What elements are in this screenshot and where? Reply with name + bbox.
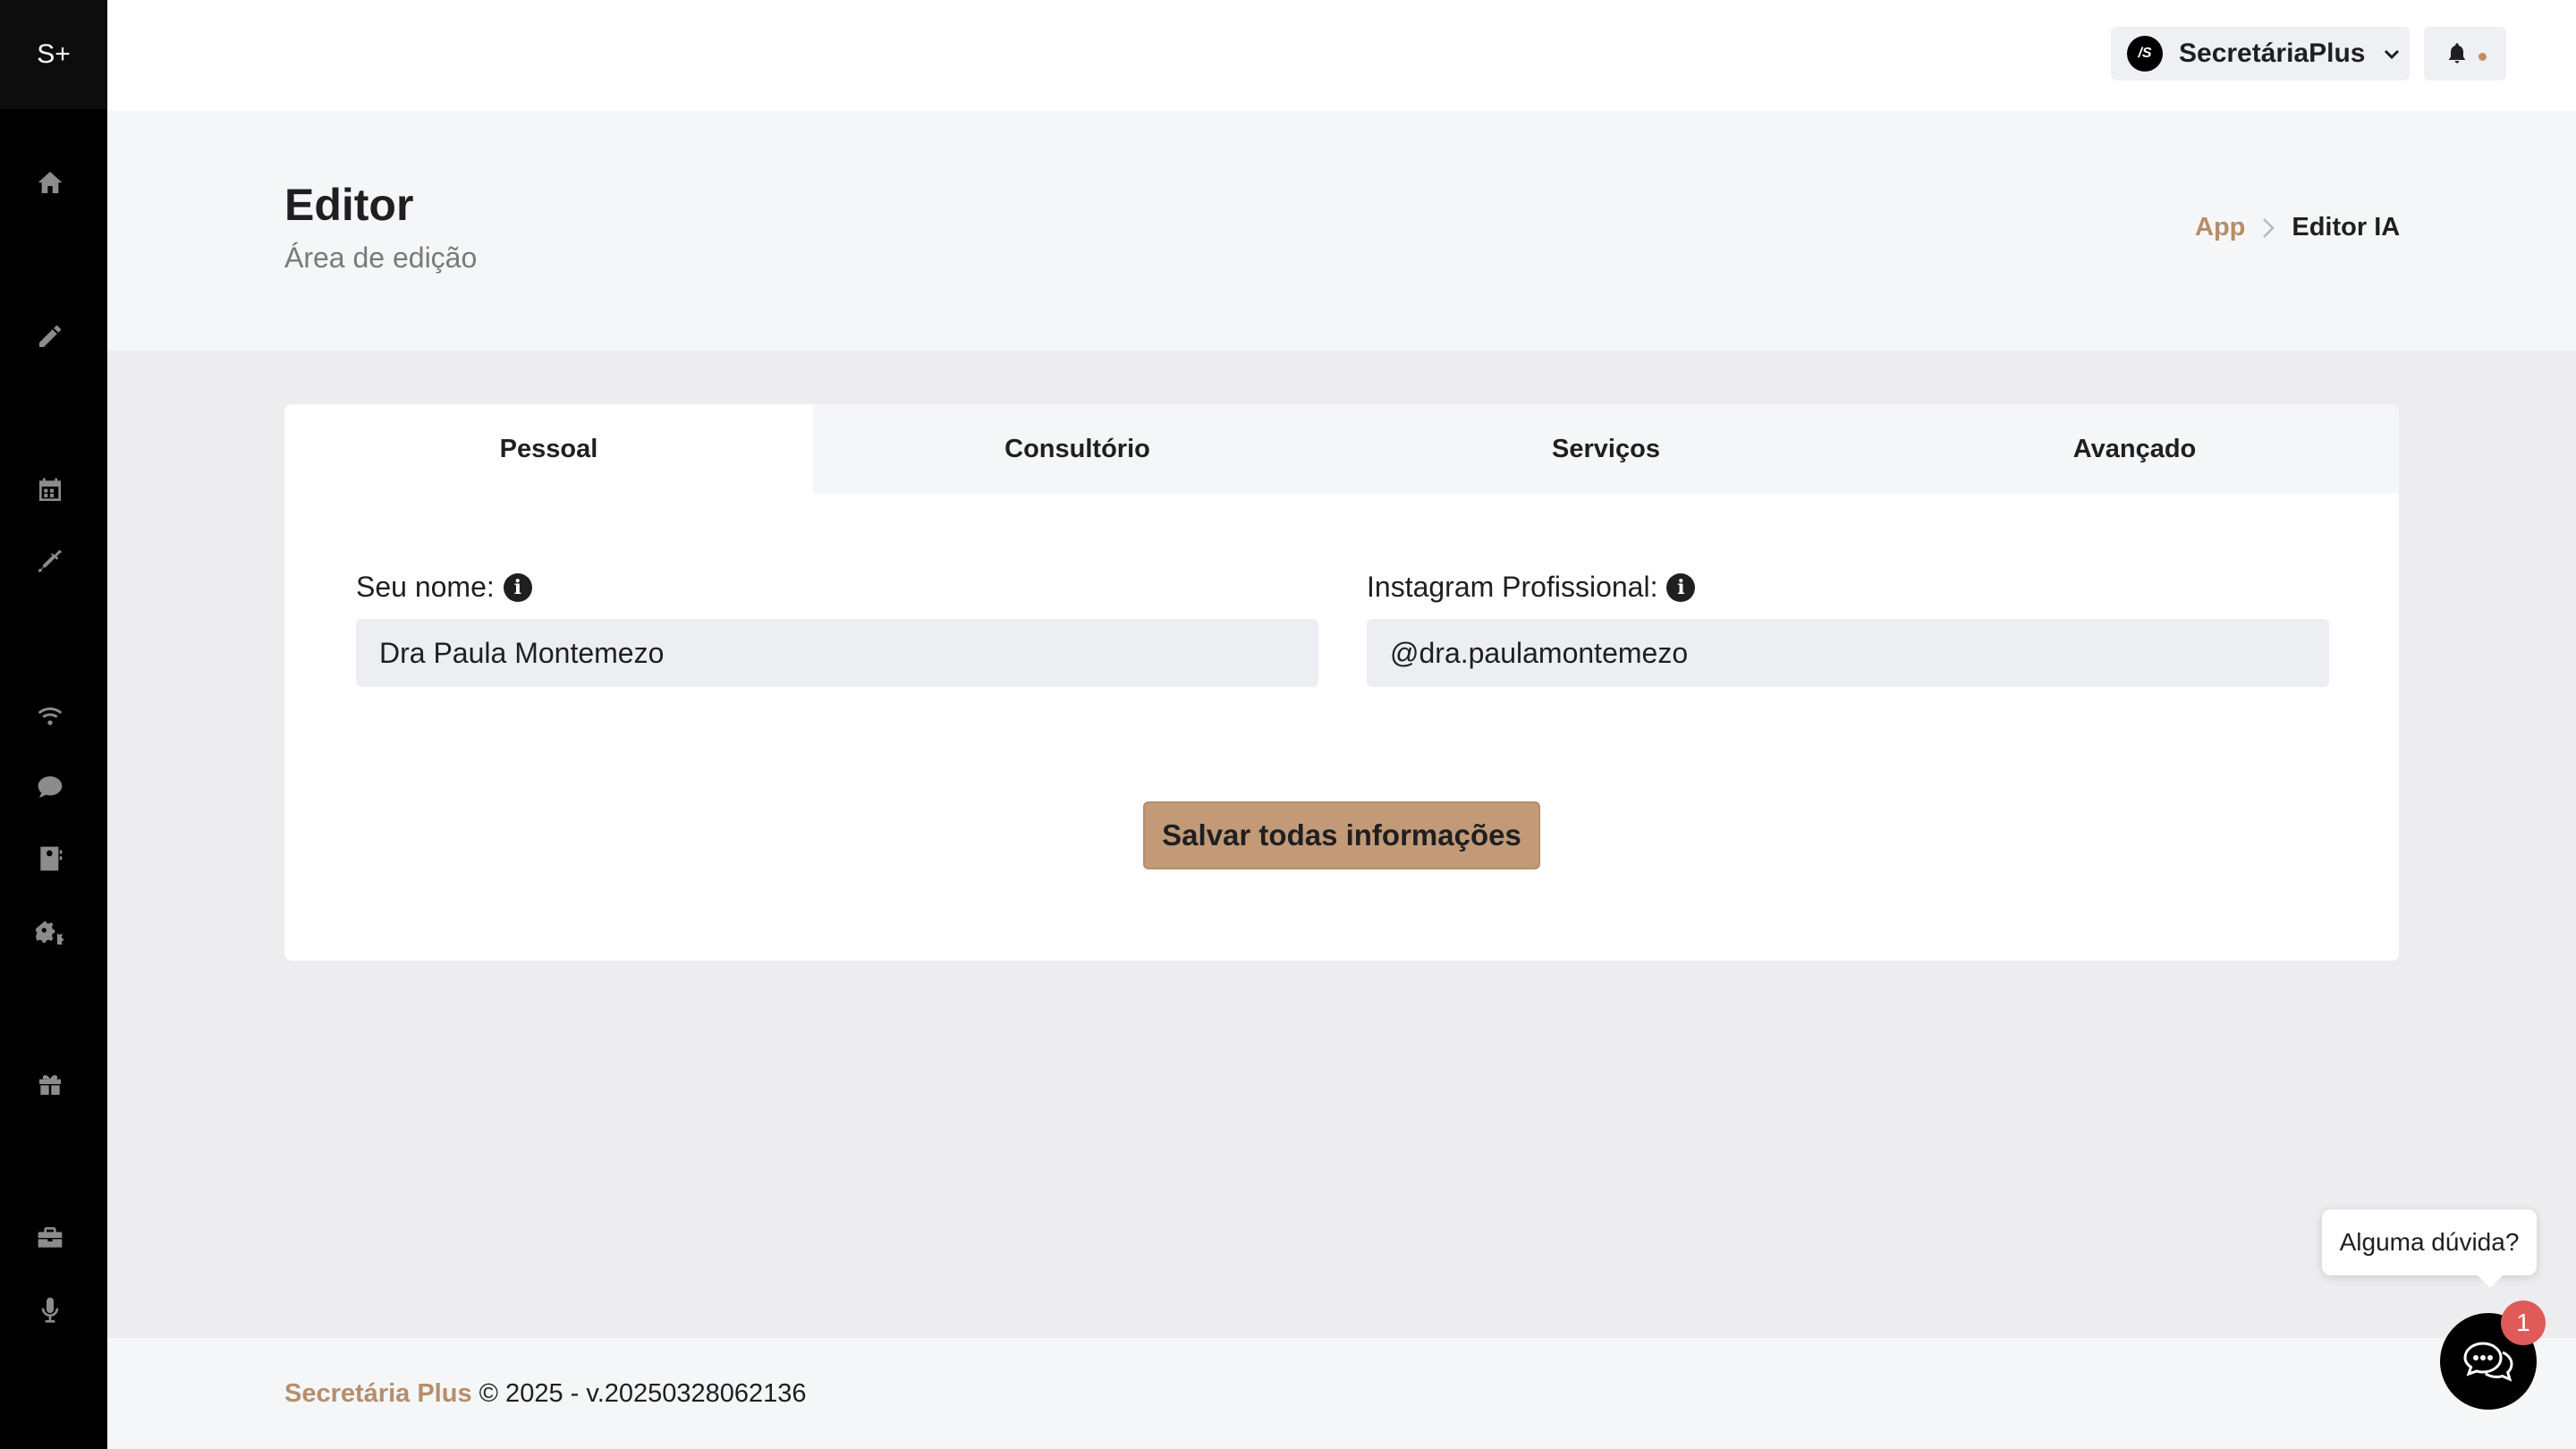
briefcase-icon[interactable] [34, 1222, 66, 1254]
chat-tooltip[interactable]: Alguma dúvida? [2322, 1209, 2537, 1288]
footer-text: Secretária Plus © 2025 - v.2025032806213… [284, 1379, 807, 1409]
chat-icon[interactable] [34, 771, 66, 803]
chevron-down-icon [2381, 43, 2402, 64]
microphone-icon[interactable] [34, 1293, 66, 1326]
chat-unread-badge: 1 [2501, 1301, 2546, 1345]
wifi-icon[interactable] [34, 699, 66, 732]
syringe-icon[interactable] [34, 546, 66, 578]
chat-bubbles-icon [2463, 1342, 2513, 1382]
notification-dot [2478, 52, 2487, 61]
home-icon[interactable] [34, 166, 66, 199]
instagram-field-label: Instagram Profissional: i [1367, 571, 1696, 604]
tab-bar: Pessoal Consultório Serviços Avançado [284, 404, 2399, 494]
breadcrumb-app-link[interactable]: App [2195, 213, 2245, 242]
name-field-label: Seu nome: i [356, 571, 532, 604]
app-logo[interactable]: S+ [0, 0, 107, 109]
tab-avancado[interactable]: Avançado [1870, 404, 2399, 494]
tab-pessoal[interactable]: Pessoal [284, 404, 813, 494]
footer: Secretária Plus © 2025 - v.2025032806213… [107, 1338, 2576, 1449]
name-label-text: Seu nome: [356, 571, 495, 603]
page-header: Editor Área de edição App Editor IA [107, 111, 2576, 351]
breadcrumb-current: Editor IA [2292, 213, 2401, 242]
chevron-right-icon [2259, 216, 2277, 241]
gift-icon[interactable] [34, 1068, 66, 1100]
tab-consultorio[interactable]: Consultório [813, 404, 1342, 494]
name-input[interactable] [356, 619, 1318, 687]
tab-servicos[interactable]: Serviços [1342, 404, 1870, 494]
breadcrumb: App Editor IA [2195, 213, 2400, 242]
top-header: /S SecretáriaPlus [107, 0, 2576, 111]
notifications-button[interactable] [2424, 27, 2506, 80]
page-title: Editor [284, 180, 414, 230]
contacts-icon[interactable] [34, 843, 66, 875]
pencil-icon[interactable] [34, 320, 66, 352]
info-icon[interactable]: i [503, 572, 532, 602]
editor-card: Pessoal Consultório Serviços Avançado Se… [284, 404, 2399, 961]
footer-brand-link[interactable]: Secretária Plus [284, 1379, 472, 1408]
calendar-icon[interactable] [34, 474, 66, 506]
instagram-input[interactable] [1367, 619, 2329, 687]
instagram-label-text: Instagram Profissional: [1367, 571, 1658, 603]
bell-icon [2448, 43, 2465, 64]
page-subtitle: Área de edição [284, 242, 478, 274]
info-icon[interactable]: i [1666, 572, 1696, 602]
footer-copyright: © 2025 - v.20250328062136 [471, 1379, 807, 1408]
account-switcher[interactable]: /S SecretáriaPlus [2111, 27, 2410, 80]
account-avatar: /S [2127, 36, 2163, 72]
save-all-button[interactable]: Salvar todas informações [1143, 801, 1540, 869]
sidebar: S+ [0, 0, 107, 1449]
account-name: SecretáriaPlus [2179, 38, 2366, 68]
gears-icon[interactable] [34, 914, 66, 946]
